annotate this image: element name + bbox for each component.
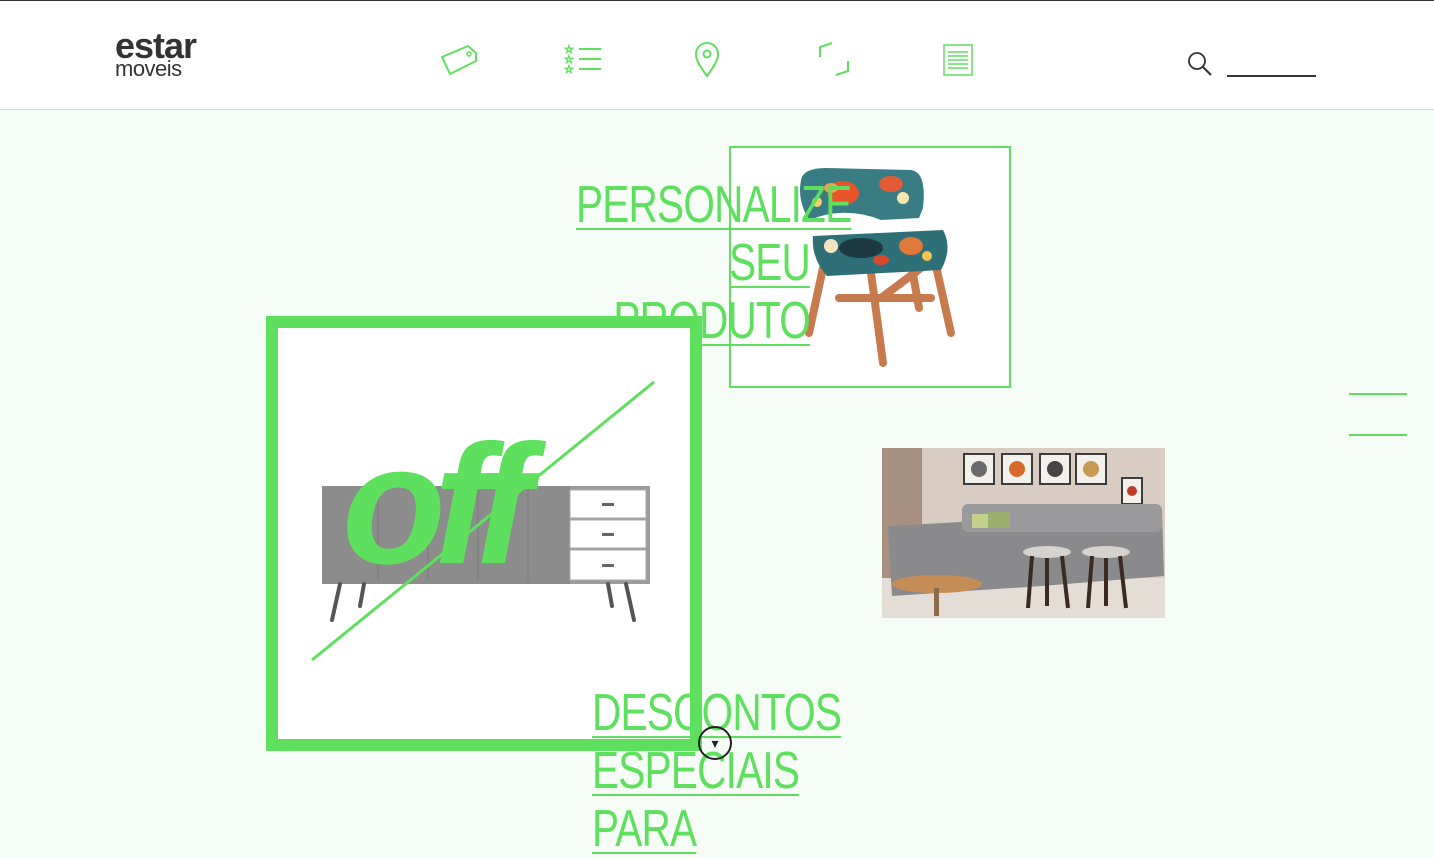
living-room-image[interactable] [882,448,1165,618]
slider-indicator-2[interactable] [1349,434,1407,436]
star-list-icon: ☆ ☆ ☆ [564,43,601,76]
chevron-down-icon: ▾ [711,735,719,751]
slider-indicator-1[interactable] [1349,393,1407,395]
corner-frame-icon [819,42,849,76]
search-button[interactable] [1187,51,1213,77]
price-tag-icon [441,45,477,75]
map-pin-icon [694,42,720,78]
svg-text:☆: ☆ [564,63,574,76]
search-icon [1188,52,1212,76]
descontos-headline[interactable]: DESCONTOS ESPECIAIS PARA [592,684,904,858]
nav-lojas[interactable] [687,41,727,81]
document-lines-icon [943,44,973,76]
descontos-headline-line2: ESPECIAIS PARA [592,742,800,858]
nav-catalogo[interactable] [941,41,981,81]
personalize-headline-line1: PERSONALIZE [576,176,852,234]
brand-logo[interactable]: estar moveis [115,28,197,80]
nav-favoritos[interactable]: ☆ ☆ ☆ [563,41,603,81]
site-header: estar moveis ☆ ☆ ☆ [0,0,1434,110]
off-label: off [342,410,532,600]
living-room-photo [882,448,1165,618]
nav-promocoes[interactable] [438,41,478,81]
nav-ambientes[interactable] [814,41,854,81]
descontos-headline-line1: DESCONTOS [592,684,842,742]
search-input[interactable] [1227,53,1316,77]
scroll-down-button[interactable]: ▾ [698,726,732,760]
